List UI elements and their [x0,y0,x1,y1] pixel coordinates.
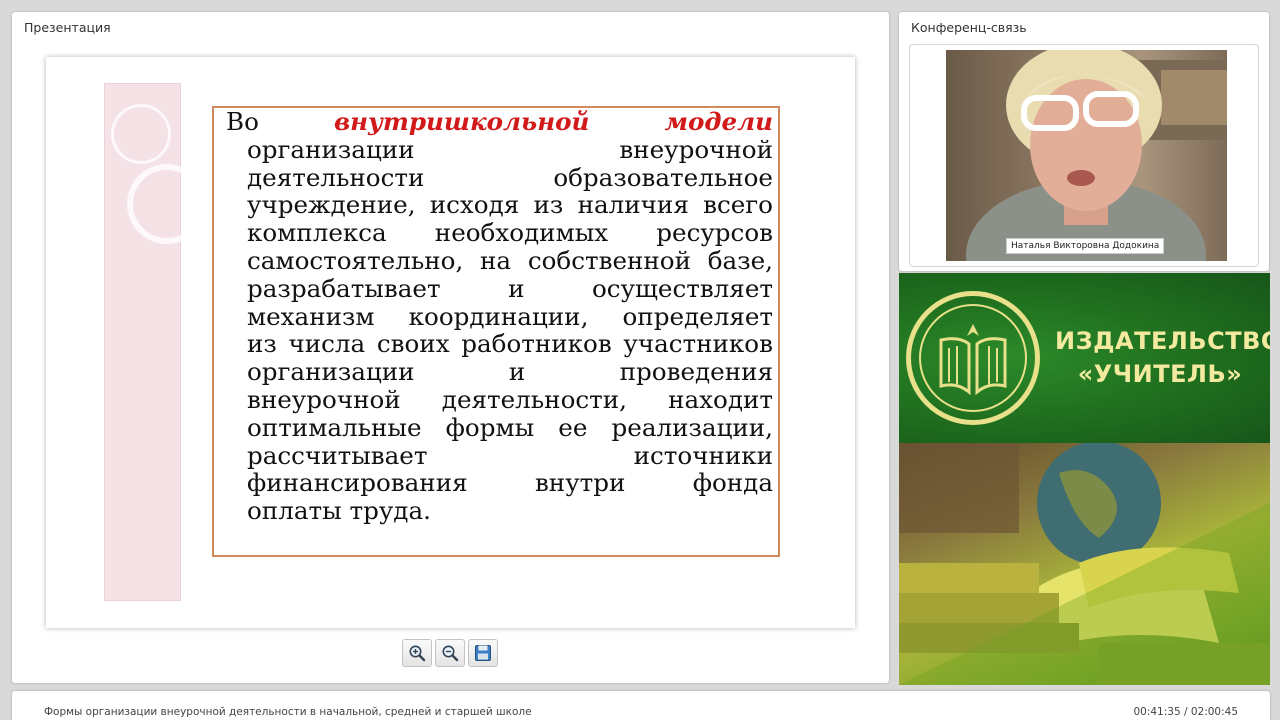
decor-ring-icon [127,164,207,244]
slide-word: организации [247,357,415,387]
slide-word: собственной [527,245,691,275]
slide-word: рассчитывает [247,440,428,470]
slide-word: необходимых [434,218,609,248]
playback-time: 00:41:35 / 02:00:45 [1133,706,1238,718]
slide-word: разрабатывает [247,273,441,303]
slide-text: Во внутришкольной модели организации внеу… [226,108,773,525]
slide-line: самостоятельно, на собственной базе, [226,247,773,275]
slide-word: определяет [622,301,774,331]
slide-line: учреждение, исходя из наличия всего [226,191,773,219]
slide-line: организации внеурочной [226,134,773,164]
slide-word: финансирования [247,468,468,498]
footer-bar: Формы организации внеурочной деятельност… [12,691,1270,720]
slide: Во внутришкольной модели организации внеу… [46,57,855,628]
slide-toolbar [402,639,498,667]
slide-word: источники [633,440,773,470]
slide-word: внеурочной [619,134,773,164]
publisher-photo [899,443,1270,685]
save-button[interactable] [468,639,498,667]
slide-word: числа [288,329,366,359]
slide-line: организации и проведения [226,358,773,386]
slide-word: участников [623,329,773,359]
slide-line: оплаты труда. [247,496,431,526]
slide-word: находит [668,384,773,414]
slide-word: оптимальные [247,412,422,442]
slide-word: осуществляет [591,273,773,303]
slide-line: финансирования внутри фонда [226,469,773,497]
slide-line: деятельности образовательное [226,162,773,192]
slide-word: координации, [408,301,589,331]
slide-word: учреждение, [247,190,416,220]
slide-line: разрабатывает и осуществляет [226,273,773,303]
slide-text-box: Во внутришкольной модели организации внеу… [212,106,780,557]
slide-word: Во [226,107,259,136]
presentation-panel: Презентация Во внутришкольной модели орг… [12,12,889,683]
slide-word: фонда [692,468,773,498]
decor-ring-icon [111,104,171,164]
zoom-out-icon [442,645,459,662]
publisher-logo-icon [906,291,1040,425]
slide-line: рассчитывает источники [226,440,773,470]
slide-word: реализации, [611,412,773,442]
slide-word: организации [247,134,415,164]
slide-word: проведения [619,357,773,387]
publisher-banner: ИЗДАТЕЛЬСТВО «УЧИТЕЛЬ» [899,273,1270,685]
slide-word: исходя [429,190,520,220]
slide-word: из [533,190,564,220]
book-emblem-icon [939,324,1007,396]
slide-word: базе, [707,245,773,275]
participant-name-label: Наталья Викторовна Додокина [1006,238,1165,254]
webinar-title: Формы организации внеурочной деятельност… [44,706,532,718]
slide-line: оптимальные формы ее реализации, [226,412,773,442]
slide-word: из [247,329,277,359]
slide-decor-strip [104,83,207,601]
slide-word: своих [376,329,450,359]
slide-line: комплекса необходимых ресурсов [226,219,773,247]
slide-word: работников [461,329,612,359]
slide-word: деятельности, [441,384,627,414]
floppy-disk-icon [475,645,491,661]
zoom-out-button[interactable] [435,639,465,667]
participant-figure-icon [966,50,1227,261]
slide-word: комплекса [247,218,387,248]
slide-line: из числа своих работников участников [226,330,773,358]
participant-video[interactable]: Наталья Викторовна Додокина [946,50,1227,261]
zoom-in-icon [409,645,426,662]
video-frame: Наталья Викторовна Додокина [909,44,1259,267]
slide-word: внеурочной [247,384,401,414]
slide-word: ее [558,412,588,442]
globe-and-books-icon [899,443,1270,685]
publisher-name-line: «УЧИТЕЛЬ» [1077,360,1243,388]
slide-word: формы [445,412,535,442]
slide-word: деятельности [247,162,425,192]
slide-word: и [508,273,525,303]
slide-highlight: внутришкольной [334,107,590,136]
slide-line: Во внутришкольной модели [226,108,773,136]
publisher-name-line: ИЗДАТЕЛЬСТВО [1055,327,1270,355]
slide-highlight: модели [664,107,773,136]
conference-panel-title: Конференц-связь [911,20,1027,35]
slide-word: на [480,245,512,275]
conference-panel: Конференц-связь Наталья Викторовна Додок… [899,12,1269,271]
slide-word: механизм [247,301,375,331]
slide-word: самостоятельно, [247,245,464,275]
slide-word: образовательное [553,162,773,192]
slide-word: внутри [534,468,626,498]
slide-word: ресурсов [656,218,773,248]
slide-line: механизм координации, определяет [226,301,774,331]
slide-word: наличия [577,190,689,220]
zoom-in-button[interactable] [402,639,432,667]
slide-line: внеурочной деятельности, находит [226,386,773,414]
slide-word: и [508,357,526,387]
slide-word: всего [703,190,773,220]
presentation-panel-title: Презентация [24,20,111,35]
publisher-logo-area: ИЗДАТЕЛЬСТВО «УЧИТЕЛЬ» [899,273,1270,443]
publisher-name: ИЗДАТЕЛЬСТВО «УЧИТЕЛЬ» [1055,325,1270,391]
